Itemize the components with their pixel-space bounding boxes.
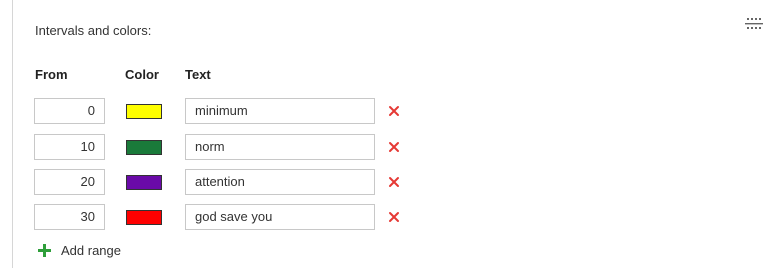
- column-header-color: Color: [125, 67, 159, 82]
- color-swatch[interactable]: [126, 175, 162, 190]
- close-icon[interactable]: [387, 140, 401, 154]
- from-field[interactable]: 0: [34, 98, 105, 124]
- plus-icon: [38, 243, 51, 257]
- from-field[interactable]: 10: [34, 134, 105, 160]
- from-field[interactable]: 30: [34, 204, 105, 230]
- interval-row: 10 norm: [13, 134, 433, 160]
- close-icon[interactable]: [387, 104, 401, 118]
- interval-row: 0 minimum: [13, 98, 433, 124]
- grid-menu-icon[interactable]: [744, 17, 764, 31]
- from-field[interactable]: 20: [34, 169, 105, 195]
- text-field[interactable]: god save you: [185, 204, 375, 230]
- section-title: Intervals and colors:: [35, 23, 152, 38]
- text-field[interactable]: attention: [185, 169, 375, 195]
- column-header-from: From: [35, 67, 68, 82]
- color-swatch[interactable]: [126, 210, 162, 225]
- interval-row: 30 god save you: [13, 204, 433, 230]
- color-swatch[interactable]: [126, 140, 162, 155]
- column-header-text: Text: [185, 67, 211, 82]
- interval-row: 20 attention: [13, 169, 433, 195]
- color-swatch[interactable]: [126, 104, 162, 119]
- text-field[interactable]: norm: [185, 134, 375, 160]
- add-range-label: Add range: [61, 242, 121, 258]
- add-range-button[interactable]: Add range: [37, 241, 121, 259]
- close-icon[interactable]: [387, 210, 401, 224]
- text-field[interactable]: minimum: [185, 98, 375, 124]
- intervals-panel: Intervals and colors: From Color Text 0 …: [12, 0, 777, 268]
- close-icon[interactable]: [387, 175, 401, 189]
